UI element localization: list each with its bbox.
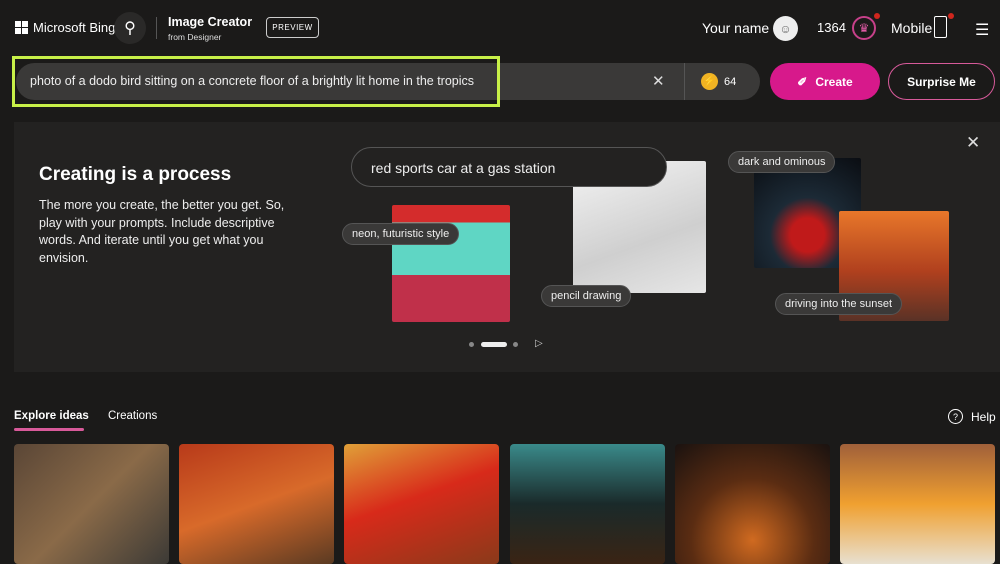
trophy-icon[interactable]: ♛ [852, 16, 876, 40]
style-chip: driving into the sunset [775, 293, 903, 315]
idea-thumbnail[interactable] [344, 444, 499, 564]
user-name[interactable]: Your name [702, 20, 769, 36]
create-label: Create [815, 74, 853, 89]
style-chip: pencil drawing [541, 285, 632, 307]
promo-heading: Creating is a process [39, 164, 232, 185]
help-icon: ? [948, 409, 963, 424]
bolt-icon: ⚡ [701, 73, 718, 90]
brand-text: Microsoft Bing [33, 20, 116, 35]
style-chip: dark and ominous [728, 151, 836, 173]
surprise-me-button[interactable]: Surprise Me [888, 63, 995, 100]
tab-explore-ideas[interactable]: Explore ideas [14, 410, 89, 422]
clear-icon[interactable]: ✕ [652, 72, 665, 90]
idea-thumbnail[interactable] [840, 444, 995, 564]
play-icon[interactable]: ▷ [535, 338, 543, 349]
example-prompt: red sports car at a gas station [351, 147, 667, 187]
idea-thumbnail[interactable] [14, 444, 169, 564]
divider [156, 17, 157, 39]
hamburger-menu-icon[interactable]: ☰ [975, 20, 989, 40]
mobile-link[interactable]: Mobile [891, 20, 932, 36]
style-chip: neon, futuristic style [342, 223, 460, 245]
idea-thumbnail[interactable] [675, 444, 830, 564]
promo-description: The more you create, the better you get.… [39, 198, 285, 265]
brush-icon: ✐ [797, 74, 808, 89]
create-button[interactable]: ✐ Create [770, 63, 880, 100]
carousel-dot[interactable] [513, 342, 518, 347]
notification-dot [948, 13, 954, 19]
boosts-counter[interactable]: ⚡ 64 [684, 63, 760, 100]
active-tab-indicator [14, 428, 84, 431]
carousel-dot[interactable] [469, 342, 474, 347]
avatar[interactable]: ☺ [773, 16, 798, 41]
app-subtitle: from Designer [168, 32, 222, 42]
help-button[interactable]: ? Help [948, 409, 996, 424]
input-highlight [12, 56, 500, 107]
search-icon[interactable]: ⚲ [114, 12, 146, 44]
windows-logo-icon [15, 21, 28, 34]
preview-badge: PREVIEW [266, 17, 319, 38]
close-icon[interactable]: ✕ [966, 133, 980, 153]
carousel-dot-active[interactable] [481, 342, 507, 347]
app-title[interactable]: Image Creator [168, 15, 252, 29]
idea-thumbnail[interactable] [179, 444, 334, 564]
bing-logo[interactable]: Microsoft Bing [15, 20, 115, 35]
phone-icon[interactable] [934, 16, 947, 38]
rewards-points[interactable]: 1364 [817, 20, 846, 35]
notification-dot [874, 13, 880, 19]
boost-count: 64 [724, 75, 737, 88]
idea-thumbnail[interactable] [510, 444, 665, 564]
tab-creations[interactable]: Creations [108, 410, 157, 422]
help-label: Help [971, 409, 996, 424]
